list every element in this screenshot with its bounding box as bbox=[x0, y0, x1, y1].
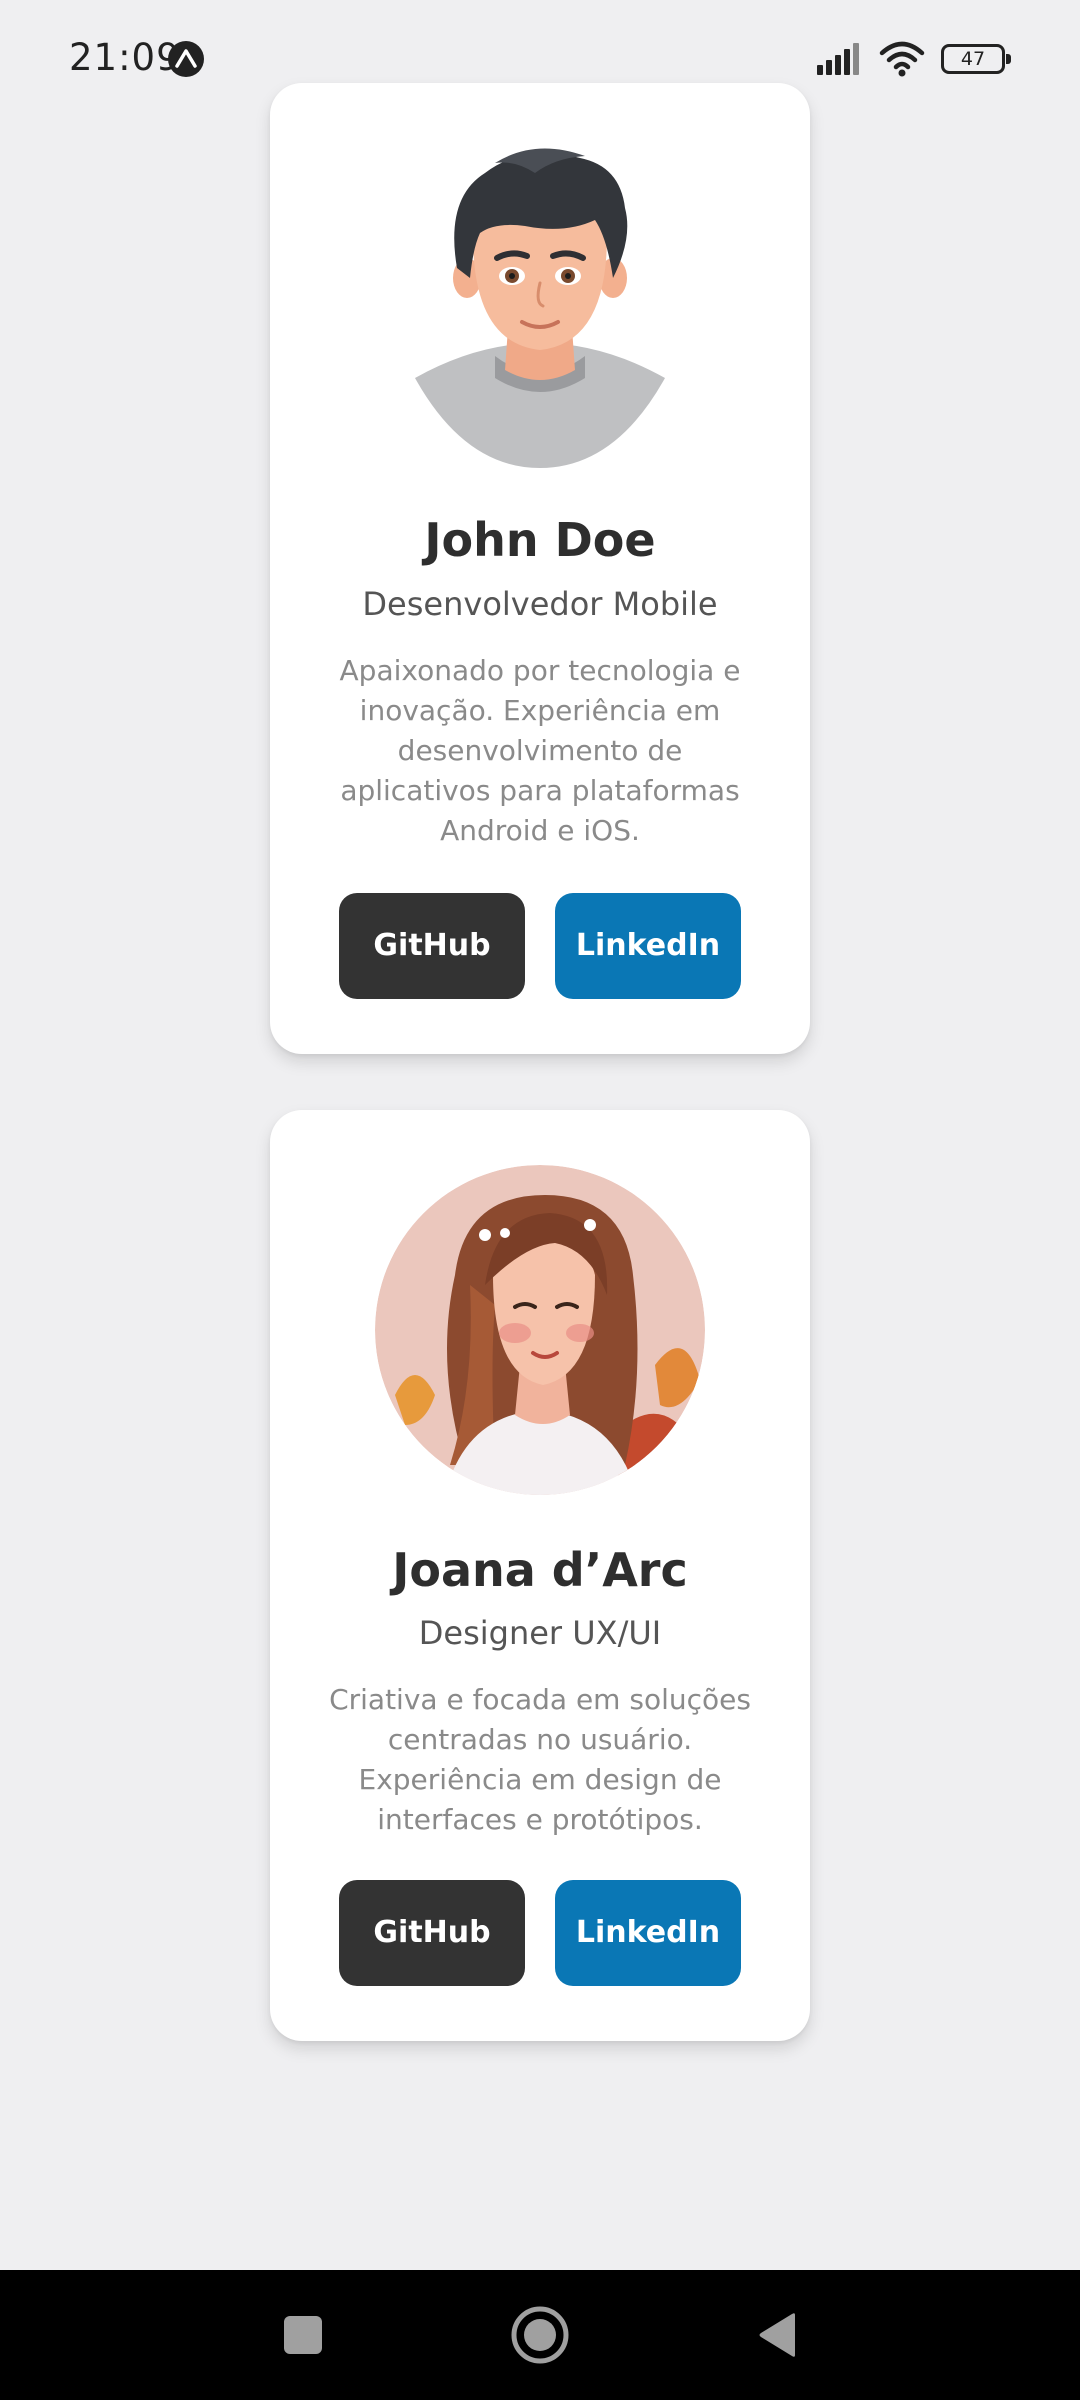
circle-icon bbox=[511, 2306, 569, 2364]
profile-name: Joana d’Arc bbox=[392, 1543, 688, 1597]
back-button[interactable] bbox=[717, 2270, 837, 2400]
signal-icon bbox=[817, 43, 859, 75]
linkedin-button[interactable]: LinkedIn bbox=[555, 893, 741, 999]
profile-name: John Doe bbox=[424, 513, 656, 567]
triangle-back-icon bbox=[759, 2313, 795, 2357]
battery-icon: 47 bbox=[941, 44, 1011, 74]
profile-card: Joana d’Arc Designer UX/UI Criativa e fo… bbox=[270, 1110, 810, 2041]
home-button[interactable] bbox=[480, 2270, 600, 2400]
expo-icon bbox=[168, 41, 204, 77]
linkedin-button[interactable]: LinkedIn bbox=[555, 1880, 741, 1986]
illustrated-woman-avatar bbox=[375, 1165, 705, 1495]
github-button[interactable]: GitHub bbox=[339, 1880, 525, 1986]
square-icon bbox=[284, 2316, 322, 2354]
profile-role: Desenvolvedor Mobile bbox=[362, 585, 718, 623]
profile-role: Designer UX/UI bbox=[418, 1614, 662, 1652]
cartoon-man-avatar bbox=[415, 148, 665, 468]
recent-apps-button[interactable] bbox=[243, 2270, 363, 2400]
battery-level: 47 bbox=[960, 48, 986, 70]
wifi-icon bbox=[879, 41, 925, 77]
profile-card: John Doe Desenvolvedor Mobile Apaixonado… bbox=[270, 83, 810, 1054]
profile-bio: Apaixonado por tecnologia e inovação. Ex… bbox=[339, 654, 741, 847]
status-indicators: 47 bbox=[817, 40, 1011, 78]
github-button[interactable]: GitHub bbox=[339, 893, 525, 999]
navigation-bar bbox=[0, 2270, 1080, 2400]
profile-bio: Criativa e focada em soluções centradas … bbox=[329, 1683, 751, 1836]
status-time: 21:09 bbox=[69, 36, 181, 79]
